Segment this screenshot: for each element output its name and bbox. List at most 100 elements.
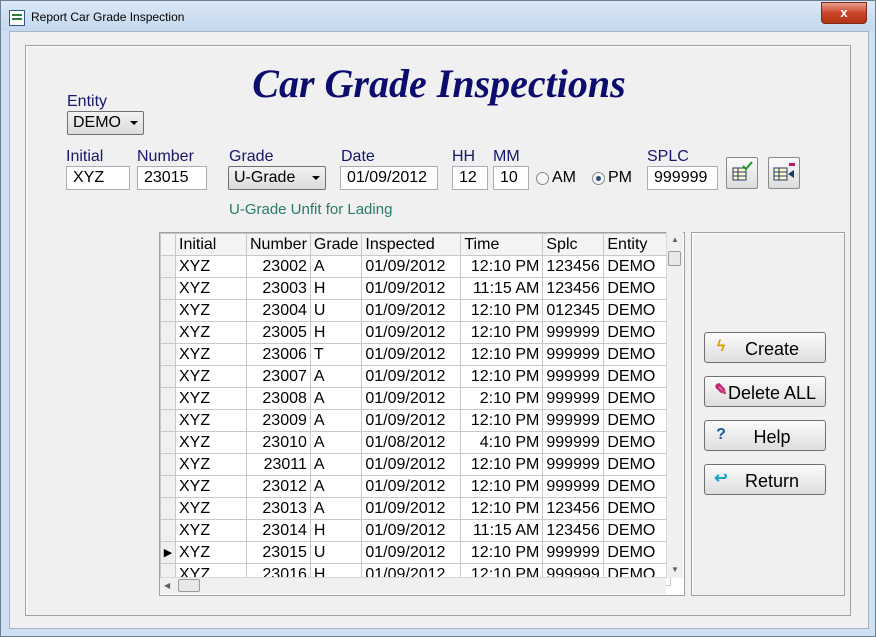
table-cell[interactable]: 23004 [246,299,311,322]
table-row[interactable]: XYZ 23003 H 01/09/2012 11:15 AM 123456 DEMO [160,277,672,300]
table-cell[interactable]: 23014 [246,519,311,542]
table-cell[interactable]: H [309,519,363,542]
table-cell[interactable]: A [309,497,363,520]
table-cell[interactable]: A [309,431,363,454]
table-cell[interactable]: 123456 [542,497,605,520]
table-cell[interactable]: 123456 [542,277,605,300]
table-cell[interactable]: 01/09/2012 [361,409,462,432]
row-selector[interactable]: ▶ [160,541,176,564]
table-cell[interactable]: 01/09/2012 [361,541,462,564]
table-cell[interactable]: U [309,299,363,322]
table-cell[interactable]: 999999 [542,321,605,344]
table-cell[interactable]: 23007 [246,365,311,388]
table-cell[interactable]: 23008 [246,387,311,410]
table-cell[interactable]: DEMO [603,431,672,454]
table-cell[interactable]: XYZ [175,519,247,542]
table-cell[interactable]: XYZ [175,365,247,388]
table-cell[interactable]: 12:10 PM [460,453,544,476]
table-cell[interactable]: 999999 [542,409,605,432]
row-selector[interactable] [160,431,176,454]
table-cell[interactable]: 12:10 PM [460,365,544,388]
table-cell[interactable]: DEMO [603,365,672,388]
table-cell[interactable]: A [309,453,363,476]
table-cell[interactable]: U [309,541,363,564]
table-row[interactable]: XYZ 23012 A 01/09/2012 12:10 PM 999999 DEMO [160,475,672,498]
scroll-down-icon[interactable]: ▼ [671,565,679,574]
table-cell[interactable]: 01/09/2012 [361,299,462,322]
table-cell[interactable]: XYZ [175,343,247,366]
grade-select[interactable]: U-Grade [228,166,326,190]
column-header-initial[interactable]: Initial [175,233,247,256]
table-cell[interactable]: 01/09/2012 [361,453,462,476]
table-cell[interactable]: 23011 [246,453,311,476]
table-cell[interactable]: 11:15 AM [460,277,544,300]
table-cell[interactable]: DEMO [603,497,672,520]
splc-field[interactable]: 999999 [647,166,718,190]
table-cell[interactable]: 23006 [246,343,311,366]
table-row[interactable]: XYZ 23013 A 01/09/2012 12:10 PM 123456 DEMO [160,497,672,520]
row-selector[interactable] [160,365,176,388]
row-selector[interactable] [160,475,176,498]
column-header-grade[interactable]: Grade [309,233,363,256]
table-cell[interactable]: 12:10 PM [460,321,544,344]
table-cell[interactable]: 01/09/2012 [361,321,462,344]
table-cell[interactable]: 23002 [246,255,311,278]
column-header-splc[interactable]: Splc [542,233,605,256]
table-cell[interactable]: 999999 [542,387,605,410]
table-cell[interactable]: 01/09/2012 [361,497,462,520]
table-cell[interactable]: DEMO [603,519,672,542]
table-cell[interactable]: XYZ [175,321,247,344]
table-row[interactable]: ▶ XYZ 23015 U 01/09/2012 12:10 PM 999999 DEMO [160,541,672,564]
table-cell[interactable]: XYZ [175,453,247,476]
table-cell[interactable]: 123456 [542,255,605,278]
table-cell[interactable]: 012345 [542,299,605,322]
table-cell[interactable]: DEMO [603,453,672,476]
table-cell[interactable]: 01/09/2012 [361,277,462,300]
table-cell[interactable]: 23003 [246,277,311,300]
table-cell[interactable]: 23012 [246,475,311,498]
table-cell[interactable]: 01/09/2012 [361,343,462,366]
table-cell[interactable]: DEMO [603,409,672,432]
row-selector[interactable] [160,519,176,542]
table-cell[interactable]: 01/09/2012 [361,387,462,410]
scroll-up-icon[interactable]: ▲ [671,235,679,244]
table-cell[interactable]: 123456 [542,519,605,542]
table-cell[interactable]: 23005 [246,321,311,344]
table-row[interactable]: XYZ 23014 H 01/09/2012 11:15 AM 123456 DEMO [160,519,672,542]
table-cell[interactable]: XYZ [175,475,247,498]
table-cell[interactable]: 23015 [246,541,311,564]
table-cell[interactable]: XYZ [175,255,247,278]
table-cell[interactable]: 12:10 PM [460,541,544,564]
minute-field[interactable]: 10 [493,166,529,190]
horizontal-scrollbar[interactable]: ◀ [160,577,666,594]
vertical-scrollbar[interactable]: ▲ ▼ [666,232,683,578]
table-cell[interactable]: DEMO [603,277,672,300]
initial-field[interactable]: XYZ [66,166,130,190]
table-cell[interactable]: 999999 [542,431,605,454]
table-cell[interactable]: XYZ [175,497,247,520]
table-cell[interactable]: 23013 [246,497,311,520]
create-button[interactable]: ϟ Create [704,332,826,363]
table-cell[interactable]: 999999 [542,541,605,564]
table-cell[interactable]: H [309,321,363,344]
table-row[interactable]: XYZ 23005 H 01/09/2012 12:10 PM 999999 DEMO [160,321,672,344]
table-cell[interactable]: A [309,365,363,388]
table-cell[interactable]: 11:15 AM [460,519,544,542]
table-cell[interactable]: 12:10 PM [460,255,544,278]
row-selector[interactable] [160,453,176,476]
title-bar[interactable]: Report Car Grade Inspection x [1,1,875,31]
row-selector[interactable] [160,343,176,366]
table-cell[interactable]: 12:10 PM [460,497,544,520]
row-selector[interactable] [160,497,176,520]
table-cell[interactable]: 999999 [542,365,605,388]
table-cell[interactable]: DEMO [603,475,672,498]
row-selector[interactable] [160,277,176,300]
table-cell[interactable]: 999999 [542,453,605,476]
pm-radio[interactable] [592,172,605,185]
table-cell[interactable]: 01/09/2012 [361,475,462,498]
table-cell[interactable]: DEMO [603,343,672,366]
table-cell[interactable]: 999999 [542,343,605,366]
table-cell[interactable]: DEMO [603,299,672,322]
table-cell[interactable]: 01/09/2012 [361,365,462,388]
close-button[interactable]: x [821,2,867,24]
